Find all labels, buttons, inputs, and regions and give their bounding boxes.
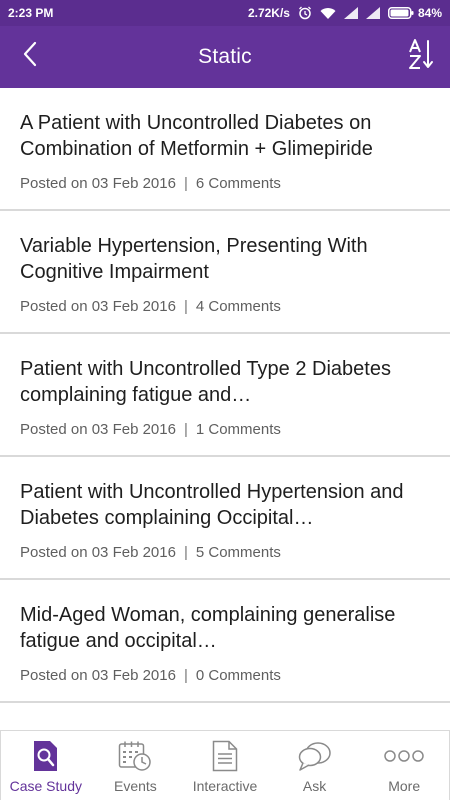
- post-comments: 1 Comments: [195, 421, 281, 438]
- list-item[interactable]: Mid-Aged Woman, complaining generalise f…: [0, 580, 450, 703]
- post-meta: Posted on 03 Feb 2016 | 5 Comments: [20, 544, 430, 561]
- list-item[interactable]: Patient with Uncontrolled Hypertension a…: [0, 457, 450, 580]
- post-date: Posted on 03 Feb 2016: [20, 667, 176, 684]
- post-date: Posted on 03 Feb 2016: [20, 421, 176, 438]
- back-button[interactable]: [10, 36, 50, 76]
- post-comments: 0 Comments: [195, 667, 281, 684]
- post-title: A Patient with Uncontrolled Diabetes on …: [20, 112, 373, 160]
- meta-separator: |: [183, 175, 188, 192]
- list-item[interactable]: Patient with Uncontrolled Type 2 Diabete…: [0, 334, 450, 457]
- post-title: Variable Hypertension, Presenting With C…: [20, 235, 368, 283]
- sort-button[interactable]: [402, 36, 442, 76]
- meta-separator: |: [183, 544, 188, 561]
- tab-label: More: [388, 778, 421, 794]
- tab-label: Case Study: [9, 778, 82, 794]
- status-time: 2:23 PM: [8, 6, 54, 20]
- post-meta: Posted on 03 Feb 2016 | 4 Comments: [20, 298, 430, 315]
- chat-bubbles-icon: [298, 739, 332, 773]
- post-comments: 6 Comments: [195, 175, 281, 192]
- sort-az-icon: [408, 38, 436, 74]
- post-title: Patient with Uncontrolled Type 2 Diabete…: [20, 358, 391, 406]
- tab-label: Interactive: [192, 778, 258, 794]
- status-indicators: 2.72K/s 84%: [248, 6, 442, 20]
- wifi-icon: [320, 7, 336, 20]
- post-comments: 4 Comments: [195, 298, 281, 315]
- document-icon: [212, 739, 238, 773]
- post-date: Posted on 03 Feb 2016: [20, 175, 176, 192]
- case-study-list: A Patient with Uncontrolled Diabetes on …: [0, 88, 450, 730]
- network-speed: 2.72K/s: [247, 6, 290, 20]
- document-search-icon: [32, 739, 60, 773]
- post-meta: Posted on 03 Feb 2016 | 6 Comments: [20, 175, 430, 192]
- status-bar: 2:23 PM 2.72K/s 84%: [0, 0, 450, 26]
- tab-ask[interactable]: Ask: [270, 731, 360, 800]
- list-item[interactable]: A Patient with Uncontrolled Diabetes on …: [0, 88, 450, 211]
- post-title: Mid-Aged Woman, complaining generalise f…: [20, 604, 396, 652]
- app-bar: Static: [0, 26, 450, 88]
- page-title: Static: [198, 45, 252, 68]
- meta-separator: |: [183, 421, 188, 438]
- tab-more[interactable]: More: [359, 731, 449, 800]
- signal-icon: [365, 7, 380, 19]
- calendar-clock-icon: [118, 739, 152, 773]
- tab-label: Events: [113, 778, 157, 794]
- tab-case-study[interactable]: Case Study: [1, 731, 91, 800]
- post-date: Posted on 03 Feb 2016: [20, 298, 176, 315]
- tab-label: Ask: [302, 778, 327, 794]
- battery-icon: [387, 7, 414, 19]
- alarm-icon: [298, 6, 312, 20]
- post-comments: 5 Comments: [195, 544, 281, 561]
- post-date: Posted on 03 Feb 2016: [20, 544, 176, 561]
- meta-separator: |: [183, 298, 188, 315]
- chevron-left-icon: [21, 41, 39, 72]
- more-dots-icon: [384, 739, 424, 773]
- post-meta: Posted on 03 Feb 2016 | 1 Comments: [20, 421, 430, 438]
- signal-icon: [343, 7, 358, 19]
- bottom-tab-bar: Case Study Events Interactive Ask More: [0, 730, 450, 800]
- tab-interactive[interactable]: Interactive: [180, 731, 270, 800]
- battery-indicator: 84%: [387, 6, 442, 20]
- battery-percent: 84%: [417, 6, 442, 20]
- meta-separator: |: [183, 667, 188, 684]
- tab-events[interactable]: Events: [91, 731, 181, 800]
- list-item[interactable]: Variable Hypertension, Presenting With C…: [0, 211, 450, 334]
- post-meta: Posted on 03 Feb 2016 | 0 Comments: [20, 667, 430, 684]
- post-title: Patient with Uncontrolled Hypertension a…: [20, 481, 404, 529]
